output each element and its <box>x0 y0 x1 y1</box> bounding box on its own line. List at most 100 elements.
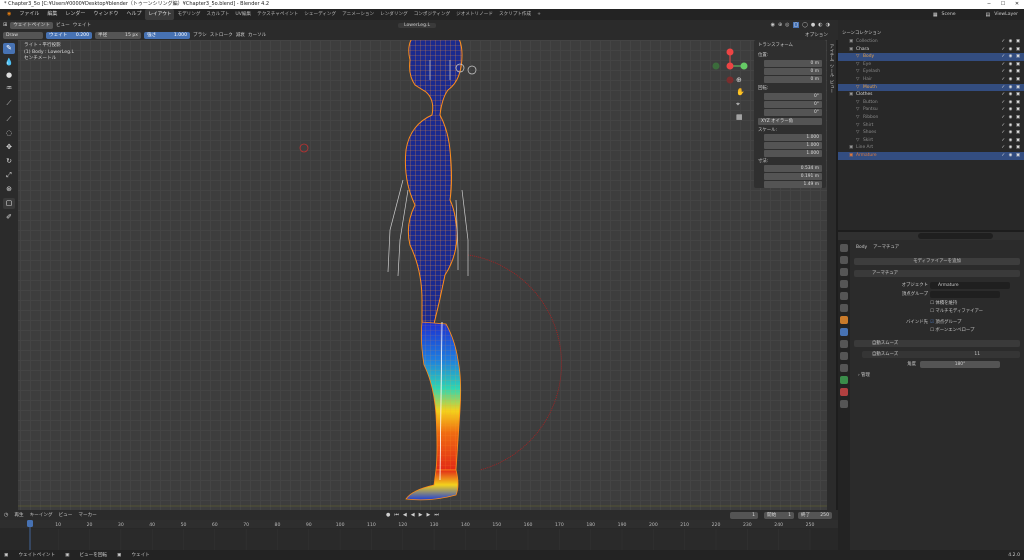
modifier-tab-icon[interactable] <box>840 328 848 336</box>
add-modifier-button[interactable]: モディファイアーを追加 <box>854 258 1020 265</box>
rotation-y[interactable]: Y0° <box>758 101 822 108</box>
shading-solid-icon[interactable]: ● <box>811 22 815 28</box>
gizmo-icon[interactable]: ⊕ <box>778 22 782 28</box>
visibility-toggle-icons[interactable]: ✓ ◉ ▣ <box>1002 53 1021 61</box>
outliner-item[interactable]: ▽ Body ✓ ◉ ▣ <box>838 53 1024 61</box>
tab-animation[interactable]: アニメーション <box>339 9 377 20</box>
tab-shading[interactable]: シェーディング <box>301 9 339 20</box>
scale-tool-icon[interactable]: ⤢ <box>3 170 15 181</box>
timeline-menu-view[interactable]: ビュー <box>59 512 73 518</box>
cursor-menu[interactable]: カーソル <box>248 32 266 38</box>
next-key-icon[interactable]: ▶ <box>426 512 430 518</box>
scene-selector[interactable]: Scene <box>942 12 982 17</box>
angle-field[interactable]: 180° <box>920 361 1000 368</box>
visibility-toggle-icons[interactable]: ✓ ◉ ▣ <box>1002 106 1021 114</box>
view-layer-selector[interactable]: ViewLayer <box>994 12 1018 17</box>
tab-texture-paint[interactable]: テクスチャペイント <box>254 9 301 20</box>
annotate-tool-icon[interactable]: ◌ <box>3 128 15 139</box>
sample-weight-icon[interactable]: ⟋ <box>3 98 15 109</box>
record-icon[interactable]: ● <box>386 512 390 518</box>
scene-tab-icon[interactable] <box>840 292 848 300</box>
visibility-toggle-icons[interactable]: ✓ ◉ ▣ <box>1002 129 1021 137</box>
tool-tab-icon[interactable] <box>840 244 848 252</box>
outliner-item[interactable]: ▽ Eye ✓ ◉ ▣ <box>838 61 1024 69</box>
shading-material-icon[interactable]: ◐ <box>818 22 822 28</box>
transform-header[interactable]: トランスフォーム <box>758 42 793 48</box>
object-tab-icon[interactable] <box>840 316 848 324</box>
options-menu[interactable]: オプション <box>805 32 828 38</box>
outliner-item[interactable]: ▣ Collection ✓ ◉ ▣ <box>838 38 1024 46</box>
location-z[interactable]: Z0 m <box>758 76 822 83</box>
minimize-icon[interactable]: ─ <box>982 0 996 9</box>
tab-layout[interactable]: レイアウト <box>145 9 175 20</box>
overlay-icon[interactable]: ◎ <box>785 22 789 28</box>
stroke-menu[interactable]: ストローク <box>210 32 233 38</box>
visibility-toggle-icons[interactable]: ✓ ◉ ▣ <box>1002 61 1021 69</box>
visibility-toggle-icons[interactable]: ✓ ◉ ▣ <box>1002 38 1021 46</box>
end-frame-field[interactable]: 終了 250 <box>798 511 832 519</box>
view-layer-tab-icon[interactable] <box>840 280 848 288</box>
physics-tab-icon[interactable] <box>840 352 848 360</box>
outliner-item[interactable]: ▣ Chara ✓ ◉ ▣ <box>838 46 1024 54</box>
bind-vgroup-checkbox[interactable]: ☑ 頂点グループ <box>930 319 961 326</box>
timeline-menu-playback[interactable]: 再生 <box>14 512 23 518</box>
dimensions-x[interactable]: X0.534 m <box>758 165 822 172</box>
visibility-toggle-icons[interactable]: ✓ ◉ ▣ <box>1002 114 1021 122</box>
visibility-toggle-icons[interactable]: ✓ ◉ ▣ <box>1002 91 1021 99</box>
playhead[interactable] <box>27 520 33 527</box>
outliner-item[interactable]: ▽ Ribbon ✓ ◉ ▣ <box>838 114 1024 122</box>
strength-field[interactable]: 強さ 1.000 <box>144 31 190 39</box>
outliner-item[interactable]: ▽ Button ✓ ◉ ▣ <box>838 99 1024 107</box>
preserve-volume-checkbox[interactable]: ☐ 体積を維持 <box>930 300 957 307</box>
active-object-name[interactable]: LowerLeg.L <box>398 22 437 28</box>
outliner-item[interactable]: ▽ Skirt ✓ ◉ ▣ <box>838 137 1024 145</box>
smear-tool-icon[interactable]: ♒ <box>3 83 15 94</box>
visibility-toggle-icons[interactable]: ✓ ◉ ▣ <box>1002 76 1021 84</box>
tab-tool[interactable]: ツール <box>828 64 834 77</box>
visibility-toggle-icons[interactable]: ✓ ◉ ▣ <box>1002 152 1021 160</box>
camera-icon[interactable]: ⌖ <box>736 100 745 109</box>
current-frame-field[interactable]: 1 <box>730 511 758 519</box>
select-box-tool-icon[interactable]: ▢ <box>3 198 15 209</box>
gradient-tool-icon[interactable]: ⟋ <box>3 114 15 125</box>
tab-sculpt[interactable]: スカルプト <box>203 9 232 20</box>
properties-search[interactable] <box>918 233 993 239</box>
timeline-menu-keying[interactable]: キーイング <box>30 512 53 518</box>
menu-render[interactable]: レンダー <box>61 9 89 20</box>
multi-modifier-checkbox[interactable]: ☐ マルチモディファイアー <box>930 308 983 315</box>
3d-viewport[interactable]: ライト・平行投影 (1) Body : LowerLeg.L センチメートル ⊕… <box>10 40 832 510</box>
shading-render-icon[interactable]: ◑ <box>826 22 830 28</box>
smooth-modifier-header[interactable]: 自動スムーズ <box>854 340 1020 347</box>
outliner-item[interactable]: ▽ Shoes ✓ ◉ ▣ <box>838 129 1024 137</box>
draw-tool-icon[interactable]: ✎ <box>3 43 15 54</box>
visibility-toggle-icons[interactable]: ✓ ◉ ▣ <box>1002 99 1021 107</box>
jump-end-icon[interactable]: ⏭ <box>434 512 439 518</box>
radius-field[interactable]: 半径 15 px <box>95 31 141 39</box>
visibility-toggle-icons[interactable]: ✓ ◉ ▣ <box>1002 137 1021 145</box>
texture-tab-icon[interactable] <box>840 400 848 408</box>
brush-selector[interactable]: Draw <box>3 31 43 39</box>
armature-modifier-header[interactable]: アーマチュア <box>854 270 1020 277</box>
smooth-node-group[interactable]: 自動スムーズ 11 <box>862 351 1020 358</box>
outliner-item[interactable]: ▣ Clothes ✓ ◉ ▣ <box>838 91 1024 99</box>
timeline-editor-icon[interactable]: ◷ <box>4 512 8 518</box>
average-tool-icon[interactable]: ● <box>3 70 15 81</box>
measure-tool-icon[interactable]: ✐ <box>3 212 15 223</box>
menu-help[interactable]: ヘルプ <box>122 9 145 20</box>
menu-view[interactable]: ビュー <box>56 22 70 28</box>
outliner-item[interactable]: ▽ Shirt ✓ ◉ ▣ <box>838 122 1024 130</box>
data-tab-icon[interactable] <box>840 376 848 384</box>
prev-key-icon[interactable]: ◀ <box>403 512 407 518</box>
weight-field[interactable]: ウェイト 0.200 <box>46 31 92 39</box>
maximize-icon[interactable]: ☐ <box>996 0 1010 9</box>
tab-geometry-nodes[interactable]: ジオメトリノード <box>453 9 496 20</box>
render-tab-icon[interactable] <box>840 256 848 264</box>
blur-tool-icon[interactable]: 💧 <box>3 57 15 68</box>
visibility-toggle-icons[interactable]: ✓ ◉ ▣ <box>1002 122 1021 130</box>
visibility-icon[interactable]: ◉ <box>771 22 775 28</box>
tab-scripting[interactable]: スクリプト作成 <box>496 9 534 20</box>
mode-selector[interactable]: ウェイトペイント <box>10 21 53 29</box>
shading-wire-icon[interactable]: ◯ <box>802 22 808 28</box>
dimensions-y[interactable]: Y0.191 m <box>758 173 822 180</box>
timeline[interactable]: 1102030405060708090100110120130140150160… <box>0 520 838 550</box>
